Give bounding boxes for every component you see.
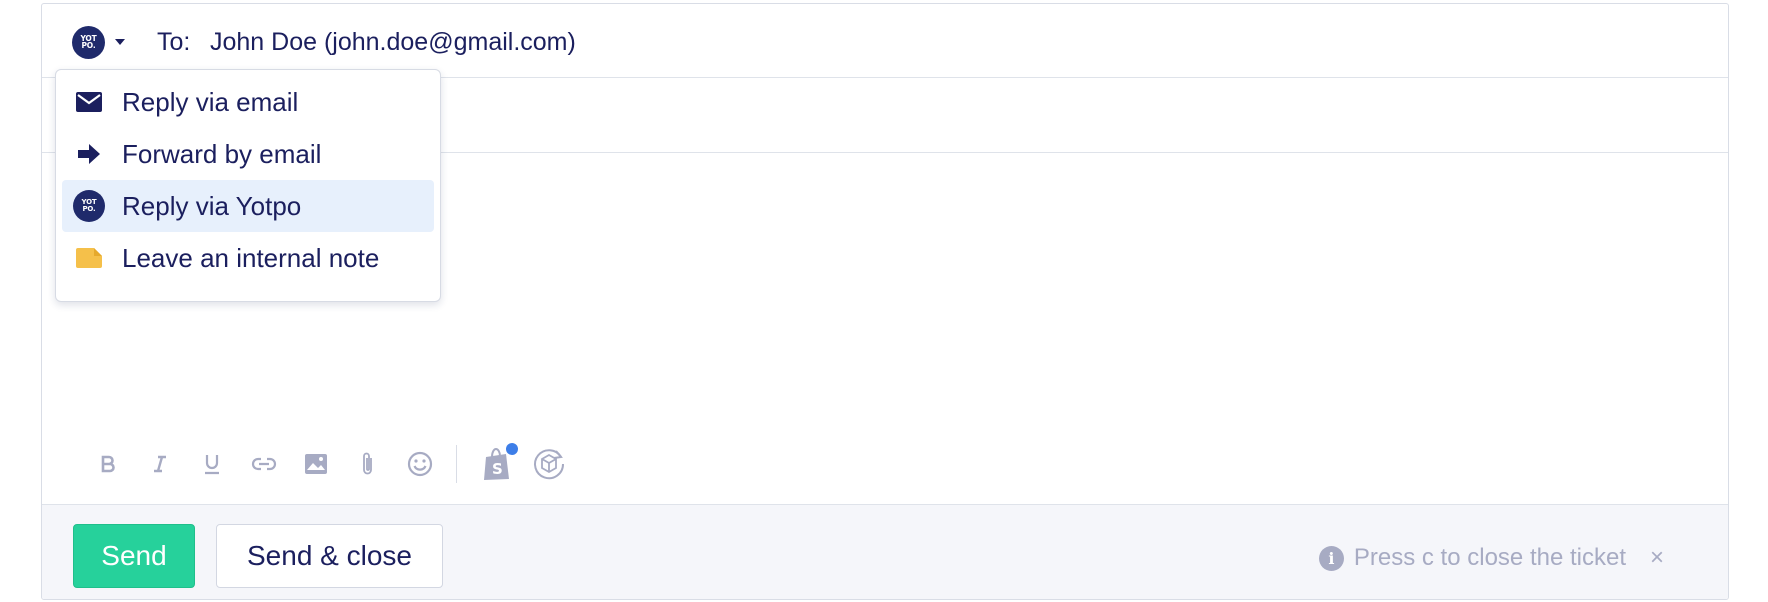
toolbar-divider xyxy=(456,445,457,483)
channel-selector-button[interactable]: YOT PO. xyxy=(72,24,134,60)
close-hint-icon[interactable]: × xyxy=(1650,544,1664,572)
shortcut-hint: i Press c to close the ticket × xyxy=(1318,544,1664,572)
menu-item-forward-by-email[interactable]: Forward by email xyxy=(62,128,434,180)
to-label: To: xyxy=(157,28,191,56)
channel-dropdown-menu: Reply via email Forward by email YOT PO.… xyxy=(55,69,441,302)
notification-dot xyxy=(506,443,518,455)
link-icon[interactable] xyxy=(238,442,290,486)
yotpo-logo-icon: YOT PO. xyxy=(72,189,106,223)
bold-icon[interactable] xyxy=(82,442,134,486)
logo-text: PO. xyxy=(82,205,96,213)
editor-footer: Send Send & close i Press c to close the… xyxy=(42,504,1728,599)
note-icon xyxy=(72,241,106,275)
menu-item-label: Reply via email xyxy=(122,86,299,117)
shopify-button[interactable]: S xyxy=(471,442,523,486)
recipient-row: YOT PO. To: John Doe (john.doe@gmail.com… xyxy=(42,4,1728,78)
menu-item-label: Forward by email xyxy=(122,138,322,169)
hint-text: Press c to close the ticket xyxy=(1353,544,1626,571)
yotpo-logo-icon: YOT PO. xyxy=(72,25,105,59)
menu-item-label: Reply via Yotpo xyxy=(122,190,302,221)
attachment-icon[interactable] xyxy=(342,442,394,486)
emoji-icon[interactable] xyxy=(394,442,446,486)
logo-text: PO. xyxy=(81,41,96,50)
menu-item-reply-via-yotpo[interactable]: YOT PO. Reply via Yotpo xyxy=(62,180,434,232)
yotpo-logo-icon: YOT PO. xyxy=(73,190,105,222)
send-button[interactable]: Send xyxy=(73,524,195,588)
menu-item-label: Leave an internal note xyxy=(122,242,380,273)
recipient-field[interactable]: John Doe (john.doe@gmail.com) xyxy=(210,28,576,57)
svg-text:S: S xyxy=(492,460,503,478)
caret-down-icon xyxy=(115,39,125,45)
send-and-close-button[interactable]: Send & close xyxy=(216,524,443,588)
image-icon[interactable] xyxy=(290,442,342,486)
order-return-icon[interactable] xyxy=(523,442,575,486)
underline-icon[interactable] xyxy=(186,442,238,486)
info-icon: i xyxy=(1318,545,1344,571)
menu-item-reply-via-email[interactable]: Reply via email xyxy=(62,76,434,128)
menu-item-internal-note[interactable]: Leave an internal note xyxy=(62,232,434,284)
forward-arrow-icon xyxy=(72,137,106,171)
envelope-icon xyxy=(72,85,106,119)
italic-icon[interactable] xyxy=(134,442,186,486)
formatting-toolbar: S xyxy=(82,442,575,486)
